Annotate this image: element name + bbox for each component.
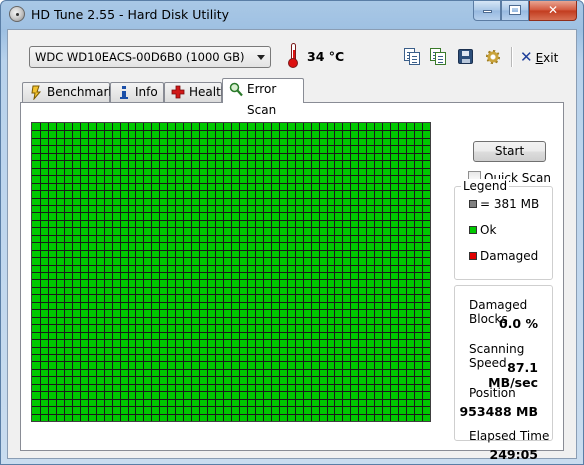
health-cross-icon bbox=[171, 85, 185, 99]
elapsed-time-label: Elapsed Time bbox=[469, 429, 550, 443]
legend-label: Damaged bbox=[480, 249, 539, 263]
chevron-down-icon bbox=[257, 55, 265, 60]
title-bar[interactable]: HD Tune 2.55 - Hard Disk Utility ✕ bbox=[1, 1, 583, 29]
scan-block-grid bbox=[31, 122, 431, 422]
minimize-icon bbox=[482, 10, 492, 13]
position-value: 953488 MB bbox=[459, 404, 538, 419]
exit-button[interactable]: ✕ Exit bbox=[520, 47, 558, 67]
start-button[interactable]: Start bbox=[473, 141, 546, 162]
position-label: Position bbox=[469, 386, 516, 400]
maximize-button[interactable] bbox=[501, 1, 529, 21]
legend-item-block-size: = 381 MB bbox=[469, 197, 539, 211]
hdtune-disk-icon bbox=[9, 6, 25, 22]
copy-screenshot-button[interactable] bbox=[430, 48, 448, 66]
thermometer-icon bbox=[288, 43, 298, 68]
magnifier-icon bbox=[229, 82, 243, 97]
legend-label: = 381 MB bbox=[480, 197, 540, 211]
drive-select[interactable]: WDC WD10EACS-00D6B0 (1000 GB) bbox=[29, 46, 271, 68]
options-button[interactable] bbox=[484, 48, 502, 66]
damaged-blocks-value: 0.0 % bbox=[498, 316, 538, 331]
tab-health[interactable]: Health bbox=[164, 82, 228, 102]
drive-select-value: WDC WD10EACS-00D6B0 (1000 GB) bbox=[35, 50, 245, 64]
tab-benchmark[interactable]: Benchmark bbox=[22, 82, 115, 102]
info-icon bbox=[120, 86, 128, 99]
error-scan-panel: Start Quick Scan Legend = 381 MB Ok Dama… bbox=[20, 102, 564, 462]
scan-statistics: Damaged Blocks 0.0 % Scanning Speed 87.1… bbox=[454, 285, 553, 462]
ok-swatch bbox=[469, 226, 477, 234]
save-icon bbox=[458, 49, 473, 64]
legend-item-ok: Ok bbox=[469, 223, 496, 237]
exit-x-icon: ✕ bbox=[520, 48, 533, 66]
toolbar: WDC WD10EACS-00D6B0 (1000 GB) 34 °C ✕ Ex… bbox=[8, 30, 576, 76]
close-icon: ✕ bbox=[547, 3, 559, 17]
tab-label: Info bbox=[135, 85, 158, 99]
save-button[interactable] bbox=[457, 48, 475, 66]
legend-item-damaged: Damaged bbox=[469, 249, 538, 263]
legend-title: Legend bbox=[461, 179, 510, 193]
tab-info[interactable]: Info bbox=[110, 82, 164, 102]
tab-error-scan[interactable]: Error Scan bbox=[222, 78, 304, 117]
legend-label: Ok bbox=[480, 223, 497, 237]
tab-strip: Benchmark Info Health Error Scan bbox=[22, 78, 582, 117]
app-window: HD Tune 2.55 - Hard Disk Utility ✕ WDC W… bbox=[0, 0, 584, 465]
window-title: HD Tune 2.55 - Hard Disk Utility bbox=[31, 7, 230, 22]
damaged-swatch bbox=[469, 252, 477, 260]
scan-blocks bbox=[32, 123, 430, 421]
benchmark-icon bbox=[31, 85, 42, 100]
toolbar-separator bbox=[511, 47, 512, 67]
maximize-icon bbox=[509, 5, 521, 15]
main-client-area: WDC WD10EACS-00D6B0 (1000 GB) 34 °C ✕ Ex… bbox=[7, 29, 577, 462]
options-icon bbox=[486, 50, 500, 64]
tab-label: Error Scan bbox=[247, 82, 277, 117]
elapsed-time-value: 249:05 bbox=[489, 447, 539, 462]
block-swatch bbox=[469, 200, 477, 208]
temperature-value: 34 °C bbox=[307, 49, 345, 64]
tab-label: Benchmark bbox=[47, 85, 116, 99]
copy-text-button[interactable] bbox=[404, 48, 422, 66]
minimize-button[interactable] bbox=[473, 1, 501, 21]
exit-label: Exit bbox=[535, 51, 559, 65]
close-button[interactable]: ✕ bbox=[529, 1, 577, 21]
legend-group: Legend = 381 MB Ok Damaged bbox=[454, 179, 553, 280]
